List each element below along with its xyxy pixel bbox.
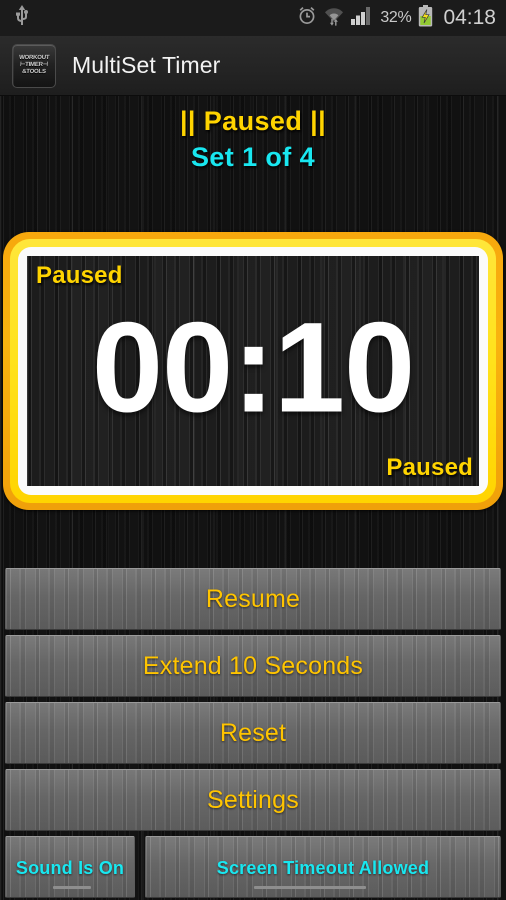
set-progress-label: Set 1 of 4 xyxy=(190,142,316,172)
timer-label-bottom-right: Paused xyxy=(386,454,473,481)
timer-display[interactable]: Paused 00:10 Paused xyxy=(27,256,479,486)
resume-button[interactable]: Resume xyxy=(5,568,501,630)
timer-label-top-left: Paused xyxy=(36,262,123,289)
app-icon[interactable]: WORKOUT ⊢TIMER⊣ &TOOLS xyxy=(12,43,56,88)
wifi-icon xyxy=(324,5,344,31)
timer-countdown-value: 00:10 xyxy=(91,296,415,440)
app-icon-line-2: ⊢TIMER⊣ xyxy=(19,62,49,68)
alarm-clock-icon xyxy=(297,5,317,31)
action-bar: WORKOUT ⊢TIMER⊣ &TOOLS MultiSet Timer xyxy=(0,36,506,96)
usb-icon xyxy=(14,4,30,32)
battery-percent-label: 32% xyxy=(380,9,412,26)
sound-toggle-label: Sound Is On xyxy=(15,858,125,878)
app-icon-line-3: &TOOLS xyxy=(21,69,47,75)
extend-button-label: Extend 10 Seconds xyxy=(142,651,364,680)
timer-frame-white: Paused 00:10 Paused xyxy=(18,247,488,495)
sound-toggle-button[interactable]: Sound Is On xyxy=(5,836,135,898)
screen-timeout-toggle-button[interactable]: Screen Timeout Allowed xyxy=(145,836,501,898)
resume-button-label: Resume xyxy=(205,584,301,613)
status-bar-left xyxy=(14,4,30,32)
app-screen: 32% 04:18 WORKOUT ⊢TIMER⊣ &TOOLS MultiSe… xyxy=(0,0,506,900)
sound-toggle-indicator xyxy=(53,886,91,889)
reset-button[interactable]: Reset xyxy=(5,702,501,764)
timer-frame-yellow: Paused 00:10 Paused xyxy=(10,239,496,503)
status-bar: 32% 04:18 xyxy=(0,0,506,36)
screen-timeout-toggle-indicator xyxy=(254,886,366,889)
content-area: || Paused || Set 1 of 4 Paused 00:10 Pau… xyxy=(0,96,506,900)
app-title: MultiSet Timer xyxy=(72,52,221,78)
screen-timeout-toggle-label: Screen Timeout Allowed xyxy=(216,858,430,878)
cellular-signal-icon xyxy=(351,6,373,30)
status-bar-right: 32% 04:18 xyxy=(297,4,496,32)
settings-button-label: Settings xyxy=(207,785,299,814)
paused-status-label: || Paused || xyxy=(179,106,327,136)
extend-10-seconds-button[interactable]: Extend 10 Seconds xyxy=(5,635,501,697)
settings-button[interactable]: Settings xyxy=(5,769,501,831)
status-bar-clock: 04:18 xyxy=(443,6,496,29)
app-icon-line-1: WORKOUT xyxy=(18,55,50,61)
battery-charging-icon xyxy=(418,4,433,32)
reset-button-label: Reset xyxy=(219,718,287,747)
timer-panel[interactable]: Paused 00:10 Paused xyxy=(3,232,503,510)
